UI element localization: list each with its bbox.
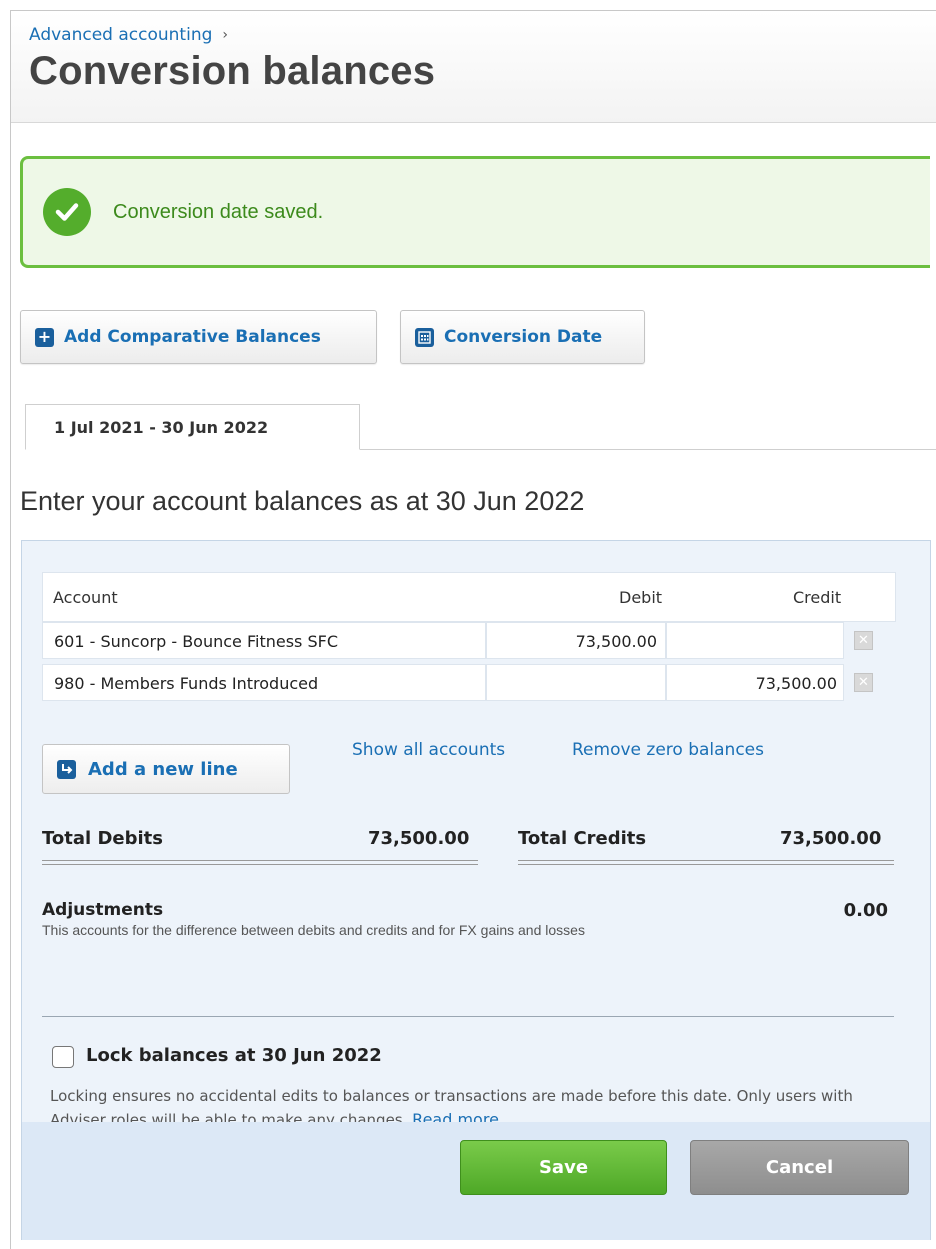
- tab-period-2021-2022[interactable]: 1 Jul 2021 - 30 Jun 2022: [25, 404, 360, 450]
- cancel-button[interactable]: Cancel: [690, 1140, 909, 1195]
- account-cell[interactable]: 601 - Suncorp - Bounce Fitness SFC: [42, 622, 486, 659]
- conversion-date-button[interactable]: Conversion Date: [400, 310, 645, 364]
- section-separator: [42, 1016, 894, 1017]
- page-title: Conversion balances: [29, 49, 436, 93]
- total-debits-underline: [42, 860, 478, 865]
- credit-input[interactable]: 73,500.00: [666, 664, 844, 701]
- add-new-line-button[interactable]: Add a new line: [42, 744, 290, 794]
- table-row: 980 - Members Funds Introduced 73,500.00…: [42, 664, 896, 701]
- lock-balances-checkbox[interactable]: [52, 1046, 74, 1068]
- lock-balances-label[interactable]: Lock balances at 30 Jun 2022: [86, 1045, 382, 1066]
- total-debits-label: Total Debits: [42, 828, 163, 849]
- calendar-icon: [415, 327, 434, 347]
- breadcrumb-link-advanced-accounting[interactable]: Advanced accounting: [29, 25, 212, 45]
- debit-input[interactable]: [486, 664, 666, 701]
- delete-row-icon[interactable]: ✕: [854, 673, 873, 692]
- page-header: Advanced accounting › Conversion balance…: [11, 11, 936, 123]
- success-alert: Conversion date saved.: [20, 156, 930, 268]
- total-credits-value: 73,500.00: [780, 828, 882, 849]
- column-header-credit: Credit: [793, 588, 842, 607]
- credit-input[interactable]: [666, 622, 844, 659]
- save-button[interactable]: Save: [460, 1140, 667, 1195]
- show-all-accounts-link[interactable]: Show all accounts: [352, 740, 505, 760]
- add-line-icon: [57, 759, 76, 779]
- debit-input[interactable]: 73,500.00: [486, 622, 666, 659]
- tab-divider: [360, 449, 936, 450]
- check-circle-icon: [43, 188, 91, 236]
- breadcrumb: Advanced accounting ›: [29, 25, 936, 45]
- adjustments-description: This accounts for the difference between…: [42, 922, 585, 938]
- adjustments-value: 0.00: [843, 900, 888, 921]
- total-debits-value: 73,500.00: [368, 828, 470, 849]
- plus-icon: +: [35, 327, 54, 347]
- success-message: Conversion date saved.: [113, 200, 324, 223]
- add-comparative-balances-button[interactable]: + Add Comparative Balances: [20, 310, 377, 364]
- delete-row-icon[interactable]: ✕: [854, 631, 873, 650]
- column-header-account: Account: [53, 588, 118, 607]
- account-cell[interactable]: 980 - Members Funds Introduced: [42, 664, 486, 701]
- adjustments-label: Adjustments: [42, 900, 164, 920]
- total-credits-label: Total Credits: [518, 828, 647, 849]
- add-new-line-label: Add a new line: [88, 758, 238, 780]
- total-credits-underline: [518, 860, 894, 865]
- section-title: Enter your account balances as at 30 Jun…: [20, 486, 585, 516]
- table-header: Account Debit Credit: [42, 572, 896, 622]
- table-row: 601 - Suncorp - Bounce Fitness SFC 73,50…: [42, 622, 896, 659]
- conversion-date-label: Conversion Date: [444, 327, 603, 347]
- column-header-debit: Debit: [619, 588, 663, 607]
- add-comparative-balances-label: Add Comparative Balances: [64, 327, 321, 347]
- breadcrumb-chevron-icon: ›: [222, 27, 228, 43]
- remove-zero-balances-link[interactable]: Remove zero balances: [572, 740, 764, 760]
